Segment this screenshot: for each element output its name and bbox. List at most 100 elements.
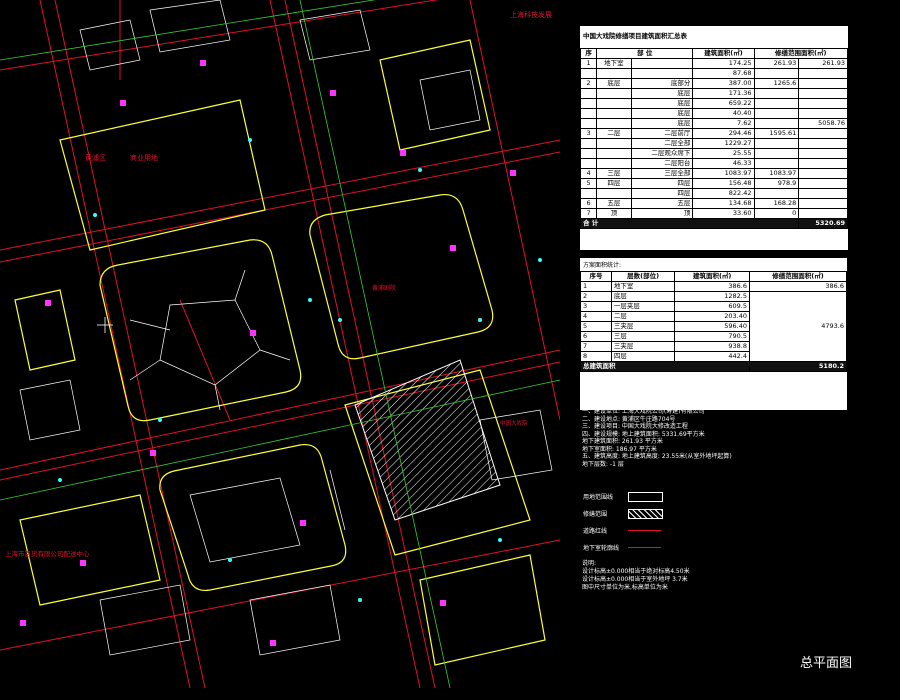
cell-part: 三夹层 <box>610 321 676 332</box>
cell-sub: 五层 <box>630 198 694 209</box>
cell-area: 294.46 <box>692 128 755 139</box>
footnote-line: 设计标高±0.000相当于绝对标高4.50米 <box>582 568 690 575</box>
cell-sum2: 5058.76 <box>798 118 848 129</box>
cell-area: 33.60 <box>692 208 755 219</box>
cell-no: 4 <box>579 168 598 179</box>
table-total-row: 总建筑面积 5180.2 <box>580 361 847 372</box>
cell-sum2 <box>798 188 848 199</box>
cell-sub: 顶 <box>630 208 694 219</box>
cell-part: 地下室 <box>610 281 676 292</box>
cell-no: 1 <box>579 58 598 69</box>
cell-area: 40.40 <box>692 108 755 119</box>
t2-h-part: 层数(部位) <box>610 271 676 282</box>
scheme-area-table: 方案面积统计: 序号 层数(部位) 建筑面积(㎡) 修缮范围面积(㎡) 1 地下室… <box>580 258 847 410</box>
note-line: 一、建设单位: 上海大戏院公司(筹建)有限公司 <box>582 408 705 415</box>
table1-body: 1 地下室 174.25 261.93 261.93 87.68 2 底层 底部分 387.00 1… <box>579 58 848 229</box>
note-line: 五、建筑高度: 地上建筑高度: 23.55米(从室外地坪起算) <box>582 453 732 460</box>
cell-area: 203.40 <box>674 311 750 322</box>
note-line: 地下室面积: 186.97 平方米 <box>582 445 657 453</box>
cell-sum2 <box>798 78 848 89</box>
cell-sum2 <box>798 158 848 169</box>
cell-no <box>579 88 598 99</box>
cell-sum1 <box>753 88 800 99</box>
cell-part: 五层 <box>596 198 632 209</box>
cell-part <box>596 108 632 119</box>
cell-sub: 二层全部 <box>630 138 694 149</box>
table-row: 6 五层 五层 134.68 168.28 <box>579 198 848 209</box>
legend-label: 用地范围线 <box>583 494 614 501</box>
legend: 用地范围线 修缮范围 道路红线 地下室轮廓线 <box>583 490 693 558</box>
cell-area: 87.68 <box>692 68 755 79</box>
cell-sum: 4793.6 <box>749 291 847 362</box>
cell-sum1: 1265.6 <box>753 78 800 89</box>
map-label-east: 中国大戏院 <box>500 419 528 427</box>
cell-sum2 <box>798 108 848 119</box>
cell-sum: 386.6 <box>749 281 847 292</box>
cell-sub: 二层前厅 <box>630 128 694 139</box>
map-label-bottom: 上海市百货有限公司配送中心 <box>5 549 90 558</box>
cell-area: 387.00 <box>692 78 755 89</box>
cell-part <box>596 138 632 149</box>
table-row: 1 地下室 174.25 261.93 261.93 <box>579 58 848 69</box>
cell-area: 46.33 <box>692 158 755 169</box>
t2-h-sum: 修缮范围面积(㎡) <box>749 271 847 282</box>
cell-sum1 <box>753 148 800 159</box>
table1-title: 中国大戏院修缮项目建筑面积汇总表 <box>583 32 687 40</box>
table-row: 87.68 <box>579 68 848 79</box>
cell-part <box>596 68 632 79</box>
cell-part: 顶 <box>596 208 632 219</box>
cell-sum1 <box>753 118 800 129</box>
cell-area: 609.5 <box>674 301 750 312</box>
cell-sub <box>630 68 694 79</box>
project-notes: 一、建设单位: 上海大戏院公司(筹建)有限公司 二、建设地点: 黄浦区牛庄路704… <box>582 408 850 468</box>
cell-no <box>579 108 598 119</box>
cell-area: 1083.97 <box>692 168 755 179</box>
table-row: 二层全部 1229.27 <box>579 138 848 149</box>
note-line: 三、建设项目: 中国大戏院大修改造工程 <box>582 423 688 430</box>
cell-no: 1 <box>580 281 612 292</box>
cell-sum1: 1595.61 <box>753 128 800 139</box>
cell-no: 8 <box>580 351 612 362</box>
cell-sub: 底层 <box>630 88 694 99</box>
cell-area: 174.25 <box>692 58 755 69</box>
cell-no <box>579 98 598 109</box>
footnotes: 说明: 设计标高±0.000相当于绝对标高4.50米 设计标高±0.000相当于室外… <box>582 560 690 592</box>
cell-no: 6 <box>580 331 612 342</box>
total-value: 5320.69 <box>798 218 848 229</box>
cell-part: 四层 <box>596 178 632 189</box>
cell-sum1 <box>753 138 800 149</box>
cell-part: 三层 <box>596 168 632 179</box>
table-row: 二层阳台 46.33 <box>579 158 848 169</box>
total-label: 合 计 <box>579 218 800 229</box>
cell-sum2: 261.93 <box>798 58 848 69</box>
footnote-line: 说明: <box>582 560 597 567</box>
legend-item: 道路红线 <box>583 524 693 541</box>
cell-area: 822.42 <box>692 188 755 199</box>
cell-sub: 三层全部 <box>630 168 694 179</box>
table-row: 3 二层 二层前厅 294.46 1595.61 <box>579 128 848 139</box>
legend-line-symbol <box>628 530 661 531</box>
cell-part: 一层夹层 <box>610 301 676 312</box>
cell-sum1 <box>753 158 800 169</box>
cell-part: 四层 <box>610 351 676 362</box>
cell-area: 1282.5 <box>674 291 750 302</box>
cell-no: 2 <box>580 291 612 302</box>
drawing-caption: 总平面图 <box>800 656 853 671</box>
legend-item: 用地范围线 <box>583 490 693 507</box>
cell-sub: 底层 <box>630 108 694 119</box>
cell-part: 底层 <box>596 78 632 89</box>
table2-title: 方案面积统计: <box>583 262 622 269</box>
table2-body: 1 地下室 386.6 386.6 2 底层 1282.5 4793.6 3 一层夹层 609.5 4… <box>580 281 847 372</box>
cell-part <box>596 88 632 99</box>
legend-item: 修缮范围 <box>583 507 693 524</box>
table-row: 底层 171.36 <box>579 88 848 99</box>
cell-no <box>579 118 598 129</box>
t1-h-area: 建筑面积(㎡) <box>692 48 755 59</box>
cell-part <box>596 118 632 129</box>
cell-no: 6 <box>579 198 598 209</box>
cell-sum2 <box>798 168 848 179</box>
cell-sub: 四层 <box>630 178 694 189</box>
cell-sum1: 1083.97 <box>753 168 800 179</box>
t2-h-no: 序号 <box>580 271 612 282</box>
legend-line-symbol <box>628 547 661 548</box>
